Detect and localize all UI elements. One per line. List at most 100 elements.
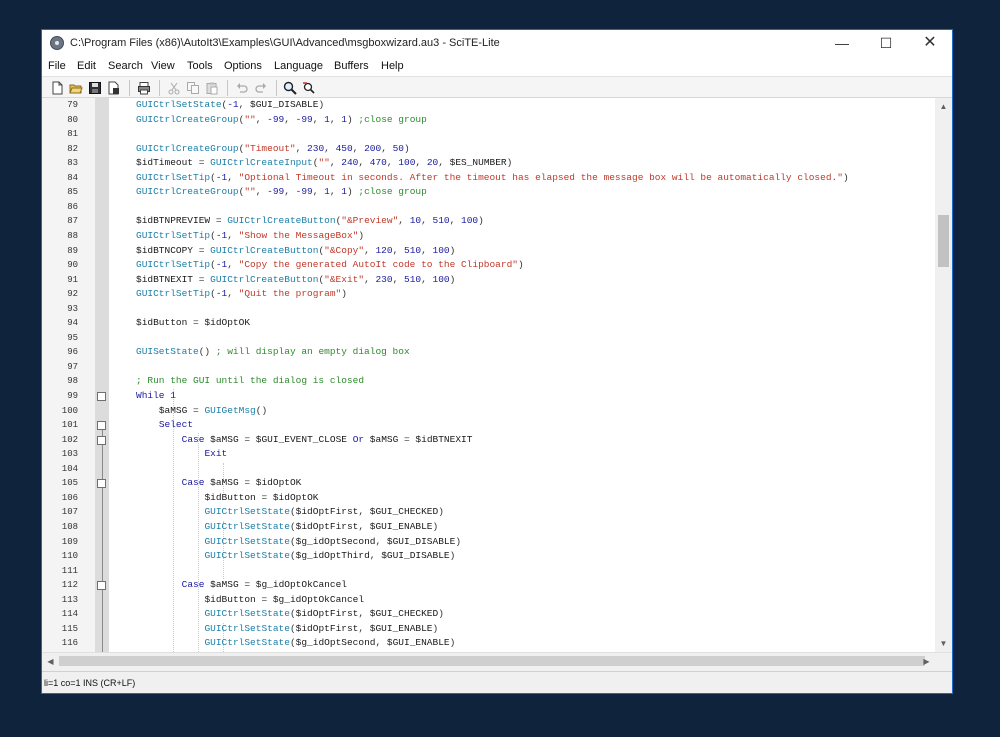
code-line[interactable]: 81	[42, 127, 935, 142]
code-text: $idButton = $idOptOK	[136, 317, 251, 329]
maximize-button[interactable]: ☐	[864, 30, 908, 57]
code-line[interactable]: 103 Exit	[42, 447, 935, 462]
code-text: $idBTNPREVIEW = GUICtrlCreateButton("&Pr…	[136, 215, 484, 227]
menu-file[interactable]: File	[48, 60, 66, 72]
menu-help[interactable]: Help	[381, 60, 404, 72]
code-line[interactable]: 86	[42, 200, 935, 215]
menu-edit[interactable]: Edit	[77, 60, 96, 72]
code-line[interactable]: 114 GUICtrlSetState($idOptFirst, $GUI_CH…	[42, 607, 935, 622]
code-line[interactable]: 79 GUICtrlSetState(-1, $GUI_DISABLE)	[42, 98, 935, 113]
menu-language[interactable]: Language	[274, 60, 323, 72]
fold-toggle-icon[interactable]	[97, 421, 106, 431]
line-number: 86	[67, 201, 78, 212]
fold-toggle-icon[interactable]	[97, 479, 106, 489]
open-folder-icon[interactable]	[69, 81, 83, 95]
horizontal-scroll-thumb[interactable]	[59, 656, 925, 666]
toolbar-separator	[276, 80, 277, 96]
menu-buffers[interactable]: Buffers	[334, 60, 369, 72]
fold-toggle-icon[interactable]	[97, 392, 106, 401]
line-number: 116	[61, 638, 78, 649]
line-number: 83	[67, 158, 78, 169]
save-icon[interactable]	[88, 81, 102, 95]
code-line[interactable]: 108 GUICtrlSetState($idOptFirst, $GUI_EN…	[42, 520, 935, 535]
code-line[interactable]: 85 GUICtrlCreateGroup("", -99, -99, 1, 1)…	[42, 185, 935, 200]
scroll-left-arrow-icon[interactable]: ◀	[42, 653, 59, 670]
save-as-icon[interactable]	[107, 81, 121, 95]
redo-icon[interactable]	[254, 81, 268, 95]
code-text: GUICtrlSetState($idOptFirst, $GUI_ENABLE…	[204, 520, 439, 532]
replace-icon[interactable]	[302, 81, 316, 95]
code-line[interactable]: 92 GUICtrlSetTip(-1, "Quit the program")	[42, 287, 935, 302]
vertical-scrollbar[interactable]: ▲ ▼	[935, 98, 952, 652]
scroll-right-arrow-icon[interactable]: ▶	[918, 653, 935, 670]
fold-toggle-icon[interactable]	[97, 581, 106, 591]
code-line[interactable]: 93	[42, 302, 935, 317]
code-line[interactable]: 106 $idButton = $idOptOK	[42, 491, 935, 506]
code-line[interactable]: 116 GUICtrlSetState($g_idOptSecond, $GUI…	[42, 636, 935, 651]
code-line[interactable]: 91 $idBTNEXIT = GUICtrlCreateButton("&Exi…	[42, 273, 935, 288]
code-line[interactable]: 87 $idBTNPREVIEW = GUICtrlCreateButton("&…	[42, 214, 935, 229]
code-line[interactable]: 113 $idButton = $g_idOptOkCancel	[42, 593, 935, 608]
cut-icon[interactable]	[167, 81, 181, 95]
minimize-button[interactable]: —	[820, 30, 864, 57]
line-number: 106	[61, 492, 78, 503]
undo-icon[interactable]	[235, 81, 249, 95]
code-text: ; Run the GUI until the dialog is closed	[136, 375, 365, 387]
code-line[interactable]: 111	[42, 564, 935, 579]
vertical-scroll-thumb[interactable]	[938, 215, 949, 267]
status-bar: li=1 co=1 INS (CR+LF)	[42, 671, 952, 693]
close-button[interactable]: ✕	[908, 30, 952, 57]
code-text: While 1	[136, 390, 176, 401]
new-file-icon[interactable]	[50, 81, 64, 95]
code-line[interactable]: 84 GUICtrlSetTip(-1, "Optional Timeout in…	[42, 171, 935, 186]
code-line[interactable]: 96 GUISetState() ; will display an empty …	[42, 345, 935, 360]
paste-icon[interactable]	[205, 81, 219, 95]
code-line[interactable]: 89 $idBTNCOPY = GUICtrlCreateButton("&Cop…	[42, 244, 935, 259]
scroll-up-arrow-icon[interactable]: ▲	[935, 98, 952, 115]
code-line[interactable]: 112 Case $aMSG = $g_idOptOkCancel	[42, 578, 935, 593]
horizontal-scrollbar[interactable]: ◀ ▶	[42, 652, 952, 669]
code-line[interactable]: 98 ; Run the GUI until the dialog is clos…	[42, 374, 935, 389]
menu-options[interactable]: Options	[224, 60, 262, 72]
menu-tools[interactable]: Tools	[187, 60, 213, 72]
line-number: 96	[67, 347, 78, 358]
code-text: GUICtrlCreateGroup("", -99, -99, 1, 1) ;…	[136, 113, 427, 125]
code-line[interactable]: 104	[42, 462, 935, 477]
code-line[interactable]: 83 $idTimeout = GUICtrlCreateInput("", 24…	[42, 156, 935, 171]
code-line[interactable]: 97	[42, 360, 935, 375]
code-line[interactable]: 102 Case $aMSG = $GUI_EVENT_CLOSE Or $aM…	[42, 433, 935, 448]
fold-toggle-icon[interactable]	[97, 435, 106, 445]
window-title: C:\Program Files (x86)\AutoIt3\Examples\…	[70, 37, 500, 49]
code-line[interactable]: 109 GUICtrlSetState($g_idOptSecond, $GUI…	[42, 535, 935, 550]
line-number: 89	[67, 245, 78, 256]
code-text: GUICtrlSetTip(-1, "Optional Timeout in s…	[136, 171, 849, 183]
line-number: 88	[67, 230, 78, 241]
code-line[interactable]: 95	[42, 331, 935, 346]
find-icon[interactable]	[283, 81, 297, 95]
line-number: 85	[67, 187, 78, 198]
scroll-down-arrow-icon[interactable]: ▼	[935, 635, 952, 652]
code-line[interactable]: 99 While 1	[42, 389, 935, 404]
code-line[interactable]: 82 GUICtrlCreateGroup("Timeout", 230, 450…	[42, 142, 935, 157]
code-line[interactable]: 88 GUICtrlSetTip(-1, "Show the MessageBox…	[42, 229, 935, 244]
code-line[interactable]: 110 GUICtrlSetState($g_idOptThird, $GUI_…	[42, 549, 935, 564]
code-line[interactable]: 107 GUICtrlSetState($idOptFirst, $GUI_CH…	[42, 505, 935, 520]
print-icon[interactable]	[137, 81, 151, 95]
code-line[interactable]: 105 Case $aMSG = $idOptOK	[42, 476, 935, 491]
code-line[interactable]: 94 $idButton = $idOptOK	[42, 316, 935, 331]
code-text: $idButton = $idOptOK	[204, 491, 319, 503]
copy-icon[interactable]	[186, 81, 200, 95]
code-line[interactable]: 80 GUICtrlCreateGroup("", -99, -99, 1, 1)…	[42, 113, 935, 128]
code-line[interactable]: 115 GUICtrlSetState($idOptFirst, $GUI_EN…	[42, 622, 935, 637]
code-line[interactable]: 100 $aMSG = GUIGetMsg()	[42, 404, 935, 419]
line-number: 102	[61, 434, 78, 445]
menu-view[interactable]: View	[151, 60, 175, 72]
line-number: 79	[67, 100, 78, 110]
code-text: GUICtrlSetTip(-1, "Show the MessageBox")	[136, 229, 365, 241]
menu-search[interactable]: Search	[108, 60, 143, 72]
code-line[interactable]: 101 Select	[42, 418, 935, 433]
code-editor[interactable]: 79 GUICtrlSetState(-1, $GUI_DISABLE) 80 GUI…	[42, 98, 952, 652]
title-bar[interactable]: C:\Program Files (x86)\AutoIt3\Examples\…	[42, 30, 952, 57]
code-line[interactable]: 90 GUICtrlSetTip(-1, "Copy the generated …	[42, 258, 935, 273]
code-text: GUICtrlSetState($idOptFirst, $GUI_ENABLE…	[204, 622, 439, 634]
